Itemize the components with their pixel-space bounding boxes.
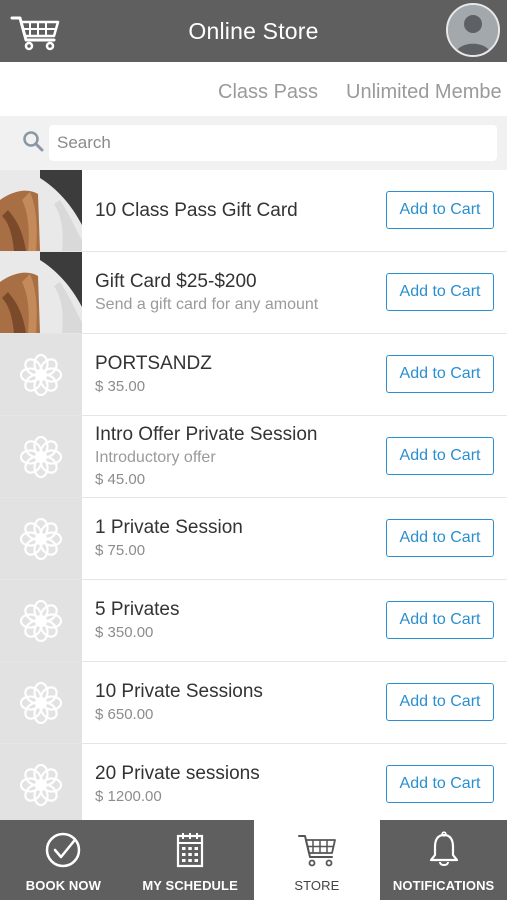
product-info: Intro Offer Private Session Introductory … (95, 416, 380, 497)
product-price: $ 45.00 (95, 470, 146, 488)
list-item[interactable]: 1 Private Session $ 75.00 Add to Cart (0, 498, 507, 580)
add-to-cart-button[interactable]: Add to Cart (386, 683, 494, 721)
product-photo (0, 252, 82, 333)
bell-icon (424, 830, 464, 870)
nav-label: MY SCHEDULE (142, 878, 238, 893)
nav-label: BOOK NOW (25, 878, 101, 893)
tab-unlimited-membership[interactable]: Unlimited Membe (346, 81, 502, 104)
add-to-cart-button[interactable]: Add to Cart (386, 191, 494, 229)
product-info: PORTSANDZ $ 35.00 (95, 334, 380, 415)
product-list: 10 Class Pass Gift Card Add to Cart Gift C… (0, 170, 507, 820)
product-info: 10 Private Sessions $ 650.00 (95, 662, 380, 743)
product-price: $ 650.00 (95, 705, 154, 723)
product-name: PORTSANDZ (95, 352, 212, 374)
user-avatar-icon[interactable] (446, 3, 500, 57)
cart-icon[interactable] (10, 12, 62, 52)
lotus-icon (0, 498, 82, 579)
product-price: $ 1200.00 (95, 787, 162, 805)
product-name: Intro Offer Private Session (95, 423, 318, 445)
add-to-cart-button[interactable]: Add to Cart (386, 437, 494, 475)
product-name: 5 Privates (95, 598, 180, 620)
lotus-icon (0, 416, 82, 497)
lotus-icon (0, 580, 82, 661)
tab-class-pass[interactable]: Class Pass (218, 81, 318, 104)
product-name: 10 Private Sessions (95, 680, 263, 702)
lotus-icon (0, 662, 82, 743)
page-title: Online Store (188, 17, 319, 44)
nav-book-now[interactable]: BOOK NOW (0, 820, 127, 900)
list-item[interactable]: PORTSANDZ $ 35.00 Add to Cart (0, 334, 507, 416)
search-input[interactable] (49, 125, 497, 161)
nav-notifications[interactable]: NOTIFICATIONS (380, 820, 507, 900)
list-item[interactable]: Intro Offer Private Session Introductory … (0, 416, 507, 498)
list-item[interactable]: 5 Privates $ 350.00 Add to Cart (0, 580, 507, 662)
nav-my-schedule[interactable]: MY SCHEDULE (126, 820, 254, 900)
product-subtitle: Introductory offer (95, 448, 216, 466)
product-name: 1 Private Session (95, 516, 243, 538)
product-info: 1 Private Session $ 75.00 (95, 498, 380, 579)
product-info: 20 Private sessions $ 1200.00 (95, 744, 380, 820)
nav-store[interactable]: STORE (253, 820, 381, 900)
add-to-cart-button[interactable]: Add to Cart (386, 519, 494, 557)
list-item[interactable]: Gift Card $25-$200 Send a gift card for a… (0, 252, 507, 334)
product-price: $ 35.00 (95, 377, 146, 395)
product-name: 20 Private sessions (95, 762, 260, 784)
product-subtitle: Send a gift card for any amount (95, 295, 319, 313)
list-item[interactable]: 10 Private Sessions $ 650.00 Add to Cart (0, 662, 507, 744)
product-info: 5 Privates $ 350.00 (95, 580, 380, 661)
category-tabs: Class Pass Unlimited Membe (0, 62, 507, 117)
add-to-cart-button[interactable]: Add to Cart (386, 273, 494, 311)
add-to-cart-button[interactable]: Add to Cart (386, 601, 494, 639)
cart-icon (297, 830, 337, 870)
lotus-icon (0, 334, 82, 415)
add-to-cart-button[interactable]: Add to Cart (386, 355, 494, 393)
product-info: 10 Class Pass Gift Card (95, 170, 380, 251)
product-photo (0, 170, 82, 251)
search-bar (0, 116, 507, 170)
nav-label: NOTIFICATIONS (392, 878, 495, 893)
calendar-icon (170, 830, 210, 870)
product-price: $ 350.00 (95, 623, 154, 641)
product-price: $ 75.00 (95, 541, 146, 559)
check-circle-icon (43, 830, 83, 870)
lotus-icon (0, 744, 82, 820)
list-item[interactable]: 10 Class Pass Gift Card Add to Cart (0, 170, 507, 252)
nav-label: STORE (294, 878, 340, 893)
product-name: Gift Card $25-$200 (95, 270, 257, 292)
bottom-nav: BOOK NOW MY SCHEDULE STORE NOTIFICATIONS (0, 820, 507, 900)
list-item[interactable]: 20 Private sessions $ 1200.00 Add to Cart (0, 744, 507, 820)
search-icon (22, 130, 44, 152)
add-to-cart-button[interactable]: Add to Cart (386, 765, 494, 803)
product-info: Gift Card $25-$200 Send a gift card for a… (95, 252, 380, 333)
app-header: Online Store (0, 0, 507, 62)
product-name: 10 Class Pass Gift Card (95, 199, 298, 221)
